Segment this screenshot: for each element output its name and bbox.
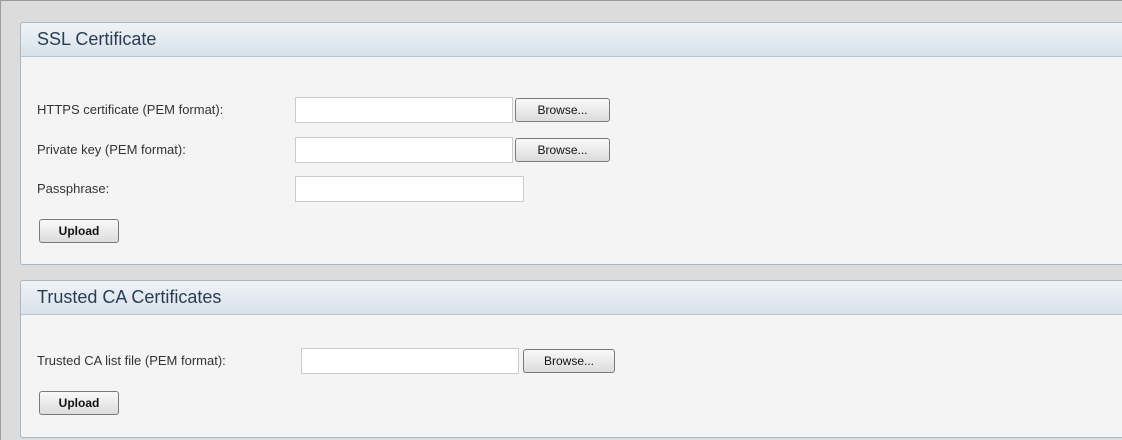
trusted-ca-list-row: Trusted CA list file (PEM format): Brows…	[37, 348, 737, 374]
https-certificate-label: HTTPS certificate (PEM format):	[37, 102, 224, 117]
https-certificate-row: HTTPS certificate (PEM format): Browse..…	[37, 97, 737, 123]
trusted-ca-list-file-field[interactable]	[301, 348, 519, 374]
private-key-row: Private key (PEM format): Browse...	[37, 137, 737, 163]
private-key-browse-button[interactable]: Browse...	[515, 138, 610, 162]
passphrase-row: Passphrase:	[37, 176, 737, 202]
trusted-ca-title: Trusted CA Certificates	[21, 281, 1122, 315]
trusted-ca-panel: Trusted CA Certificates Trusted CA list …	[20, 280, 1122, 438]
ssl-certificate-panel: SSL Certificate HTTPS certificate (PEM f…	[20, 22, 1122, 265]
https-certificate-file-field[interactable]	[295, 97, 513, 123]
ca-upload-row: Upload	[37, 390, 237, 416]
https-certificate-browse-button[interactable]: Browse...	[515, 98, 610, 122]
ssl-upload-button[interactable]: Upload	[39, 219, 119, 243]
ssl-certificate-title: SSL Certificate	[21, 23, 1122, 57]
trusted-ca-list-label: Trusted CA list file (PEM format):	[37, 353, 226, 368]
trusted-ca-browse-button[interactable]: Browse...	[523, 349, 615, 373]
passphrase-input[interactable]	[295, 176, 524, 202]
private-key-label: Private key (PEM format):	[37, 142, 186, 157]
ssl-upload-row: Upload	[37, 218, 237, 244]
passphrase-label: Passphrase:	[37, 181, 110, 196]
private-key-file-field[interactable]	[295, 137, 513, 163]
ca-upload-button[interactable]: Upload	[39, 391, 119, 415]
content-frame: SSL Certificate HTTPS certificate (PEM f…	[0, 0, 1122, 440]
